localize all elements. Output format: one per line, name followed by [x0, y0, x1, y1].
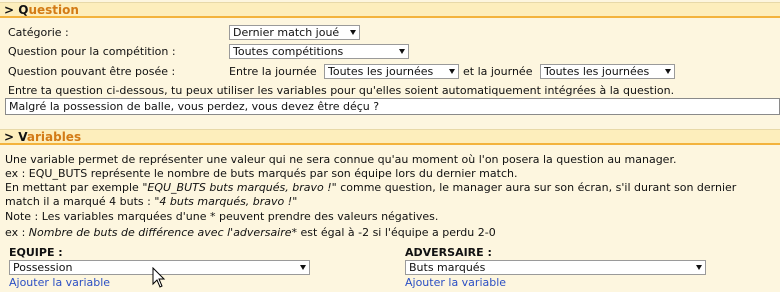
category-select-value: Dernier match joué	[233, 26, 340, 39]
line4-pre: match il a marqué 4 buts : "	[5, 195, 160, 208]
opponent-variable-label: ADVERSAIRE :	[405, 246, 492, 259]
variables-help-line1: Une variable permet de représenter une v…	[5, 153, 677, 166]
line6-post: * est égal à -2 si l'équipe a perdu 2-0	[291, 226, 496, 239]
team-add-variable-link[interactable]: Ajouter la variable	[9, 276, 110, 289]
chevron-down-icon	[665, 69, 671, 74]
question-input[interactable]: Malgré la possession de balle, vous perd…	[5, 98, 780, 115]
team-variable-label: EQUIPE :	[9, 246, 63, 259]
chevron-down-icon	[449, 69, 455, 74]
line4-example: 4 buts marqués, bravo !	[159, 195, 293, 208]
variables-help-line5: Note : Les variables marquées d'une * pe…	[5, 210, 439, 223]
line6-example: Nombre de buts de différence avec l'adve…	[28, 226, 292, 239]
variables-help-line4: match il a marqué 4 buts : "4 buts marqu…	[5, 195, 297, 208]
variables-help-line2: ex : EQU_BUTS représente le nombre de bu…	[5, 167, 518, 180]
chevron-down-icon	[300, 265, 306, 270]
chevron-down-icon	[696, 265, 702, 270]
variables-section-header: > Variables	[0, 129, 780, 145]
question-instruction: Entre ta question ci-dessous, tu peux ut…	[8, 84, 675, 97]
line3-example: EQU_BUTS buts marqués, bravo !	[147, 181, 332, 194]
line6-pre: ex :	[5, 226, 29, 239]
variables-help-line6: ex : Nombre de buts de différence avec l…	[5, 226, 496, 239]
question-title-first: > Q	[4, 3, 29, 17]
opponent-add-variable-link[interactable]: Ajouter la variable	[405, 276, 506, 289]
question-section-header: > Question	[0, 2, 780, 18]
between-label: Entre la journée	[229, 65, 317, 78]
chevron-down-icon	[399, 49, 405, 54]
opponent-variable-select-value: Buts marqués	[409, 261, 486, 274]
start-day-select[interactable]: Toutes les journées	[324, 64, 459, 79]
competition-select-value: Toutes compétitions	[233, 45, 344, 58]
line3-post: " comme question, le manager aura sur so…	[331, 181, 737, 194]
question-title-rest: uestion	[28, 3, 79, 17]
line4-post: "	[292, 195, 298, 208]
asked-label: Question pouvant être posée :	[8, 65, 176, 78]
line3-pre: En mettant par exemple "	[5, 181, 148, 194]
start-day-select-value: Toutes les journées	[328, 65, 434, 78]
opponent-variable-select[interactable]: Buts marqués	[405, 260, 706, 275]
end-day-select-value: Toutes les journées	[544, 65, 650, 78]
competition-label: Question pour la compétition :	[8, 45, 176, 58]
competition-select[interactable]: Toutes compétitions	[229, 44, 409, 59]
and-label: et la journée	[463, 65, 533, 78]
end-day-select[interactable]: Toutes les journées	[540, 64, 675, 79]
category-label: Catégorie :	[8, 26, 69, 39]
variables-title-first: > V	[4, 130, 27, 144]
category-select[interactable]: Dernier match joué	[229, 25, 360, 40]
mouse-cursor-icon	[152, 267, 166, 288]
variables-title-rest: ariables	[26, 130, 82, 144]
team-variable-select-value: Possession	[13, 261, 73, 274]
variables-help-line3: En mettant par exemple "EQU_BUTS buts ma…	[5, 181, 736, 194]
chevron-down-icon	[350, 30, 356, 35]
